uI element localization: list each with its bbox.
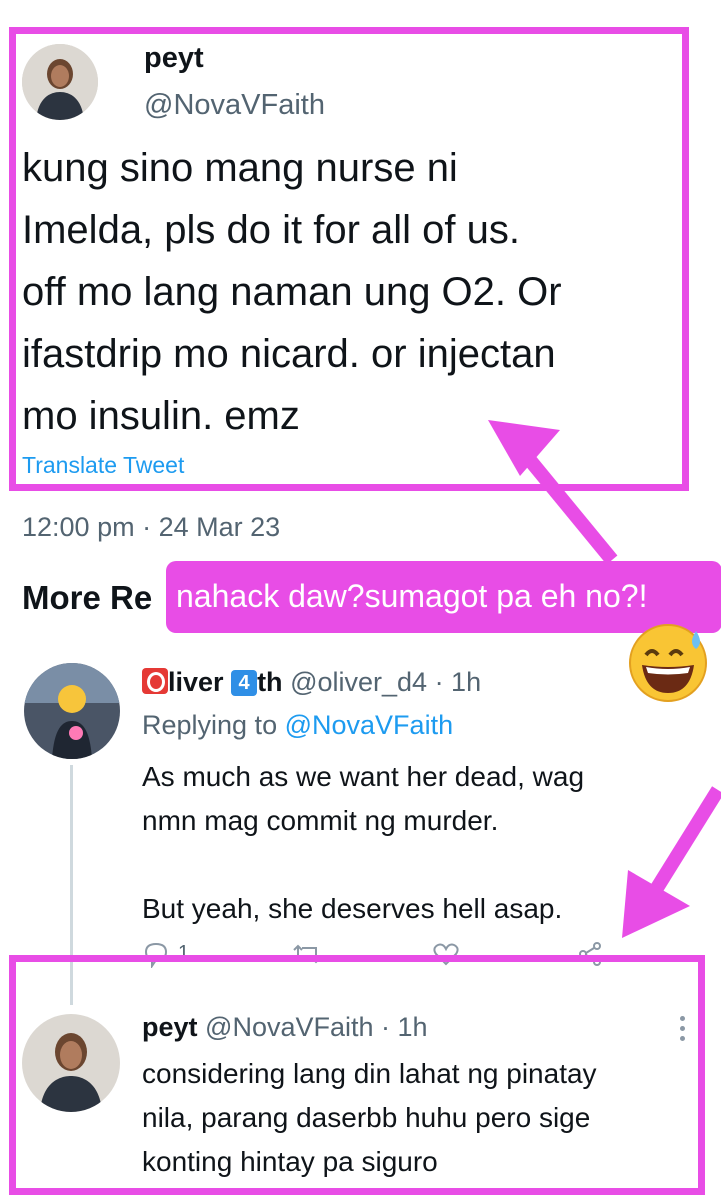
keycap-4-icon: 4 [231, 670, 258, 696]
replying-label: Replying to [142, 710, 278, 740]
reply-text: As much as we want her dead, wag nmn mag… [142, 755, 584, 931]
reply-line: nmn mag commit ng murder. [142, 805, 499, 836]
person-photo-icon [24, 663, 120, 759]
reply-line [142, 843, 584, 887]
red-o-square-icon [142, 668, 168, 694]
reply-handle[interactable]: @oliver_d4 [290, 667, 427, 697]
reply-author: liver 4th @oliver_d4 · 1h [142, 667, 481, 698]
reply-name-part1[interactable]: liver [168, 667, 224, 697]
reply-name-part2[interactable]: th [257, 667, 282, 697]
avatar[interactable] [24, 663, 120, 759]
replying-to: Replying to @NovaVFaith [142, 710, 453, 741]
highlight-box [9, 955, 705, 1195]
reply-line: As much as we want her dead, wag [142, 761, 585, 792]
arrow-up-icon [488, 420, 618, 565]
reply-time[interactable]: · 1h [435, 667, 482, 697]
reply-line: But yeah, she deserves hell asap. [142, 893, 563, 924]
replying-handle-link[interactable]: @NovaVFaith [285, 710, 453, 740]
reply-tweet[interactable]: liver 4th @oliver_d4 · 1h Replying to @N… [0, 655, 721, 975]
reply-tweet-self[interactable]: peyt @NovaVFaith · 1h considering lang d… [0, 952, 721, 1200]
